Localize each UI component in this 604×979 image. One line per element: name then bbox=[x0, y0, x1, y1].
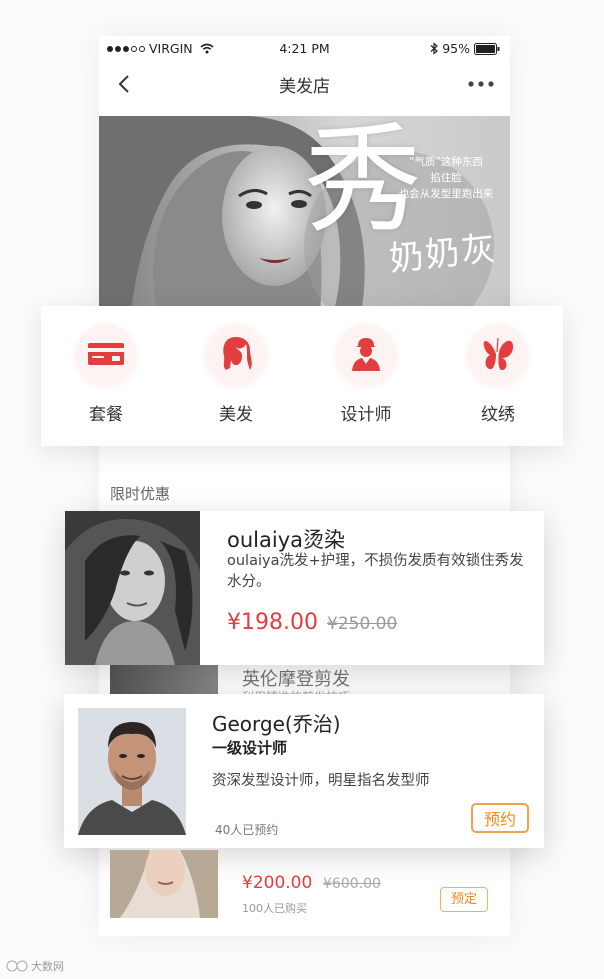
nav-bar: 美发店 bbox=[99, 62, 510, 106]
watermark-text: 大数网 bbox=[31, 960, 64, 973]
item-price: ¥200.00 bbox=[242, 873, 313, 893]
more-dots-icon[interactable] bbox=[466, 72, 496, 96]
butterfly-icon bbox=[483, 337, 514, 370]
page-title: 美发店 bbox=[279, 77, 330, 97]
watermark-logo-icon bbox=[6, 960, 28, 972]
designer-description: 资深发型设计师，明星指名发型师 bbox=[212, 773, 430, 789]
item-thumbnail bbox=[110, 665, 218, 697]
bluetooth-icon bbox=[430, 42, 439, 55]
category-icon-bg bbox=[468, 324, 528, 384]
category-stylist[interactable]: 设计师 bbox=[301, 306, 431, 446]
category-package[interactable]: 套餐 bbox=[41, 306, 171, 446]
tagline-line: “气质”这种东西 bbox=[409, 156, 483, 168]
category-icon-bg bbox=[206, 324, 266, 384]
product-name: oulaiya烫染 bbox=[227, 528, 345, 552]
product-price: ¥198.00 bbox=[227, 610, 318, 635]
item-thumbnail bbox=[110, 850, 218, 918]
stylist-icon bbox=[352, 338, 380, 371]
item-purchase-count: 100人已购买 bbox=[242, 902, 307, 915]
reserve-button[interactable]: 预定 bbox=[440, 887, 488, 912]
section-title: 限时优惠 bbox=[110, 485, 171, 503]
tagline-line: 也会从发型里跑出来 bbox=[398, 188, 494, 200]
category-label: 设计师 bbox=[340, 405, 392, 425]
tagline-line: 掐住脸 bbox=[430, 172, 462, 184]
product-original-price: ¥250.00 bbox=[327, 614, 398, 634]
category-embroidery[interactable]: 纹绣 bbox=[433, 306, 563, 446]
hair-icon bbox=[223, 337, 252, 370]
book-button[interactable]: 预约 bbox=[471, 803, 529, 833]
watermark: 大数网 bbox=[6, 958, 64, 974]
category-icon-bg bbox=[336, 324, 396, 384]
product-description: oulaiya洗发+护理，不损伤发质有效锁住秀发水分。 bbox=[227, 553, 524, 590]
designer-level: 一级设计师 bbox=[212, 739, 288, 757]
category-hair[interactable]: 美发 bbox=[171, 306, 301, 446]
item-original-price: ¥600.00 bbox=[323, 876, 381, 892]
battery-icon bbox=[474, 42, 500, 55]
booking-count: 40人已预约 bbox=[215, 823, 279, 837]
category-label: 套餐 bbox=[89, 405, 123, 425]
designer-photo bbox=[78, 708, 186, 835]
designer-name: George(乔治) bbox=[212, 712, 341, 736]
category-label: 美发 bbox=[219, 405, 253, 425]
category-label: 纹绣 bbox=[481, 405, 515, 425]
category-icon-bg bbox=[76, 324, 136, 384]
designer-card[interactable]: George(乔治) 一级设计师 资深发型设计师，明星指名发型师 40人已预约 … bbox=[64, 694, 544, 848]
product-photo bbox=[65, 511, 200, 665]
category-card: 套餐 美发 设计师 纹绣 bbox=[41, 306, 563, 446]
status-bar: VIRGIN 4:21 PM 95% bbox=[99, 36, 510, 62]
battery-group: 95% bbox=[430, 41, 500, 56]
product-card[interactable]: oulaiya烫染 oulaiya洗发+护理，不损伤发质有效锁住秀发水分。 ¥1… bbox=[65, 511, 544, 665]
card-icon bbox=[88, 343, 124, 365]
banner-tagline: “气质”这种东西 掐住脸 也会从发型里跑出来 bbox=[391, 154, 501, 202]
battery-percent: 95% bbox=[442, 41, 470, 56]
banner-carousel[interactable]: 秀 “气质”这种东西 掐住脸 也会从发型里跑出来 奶奶灰 bbox=[99, 116, 510, 326]
